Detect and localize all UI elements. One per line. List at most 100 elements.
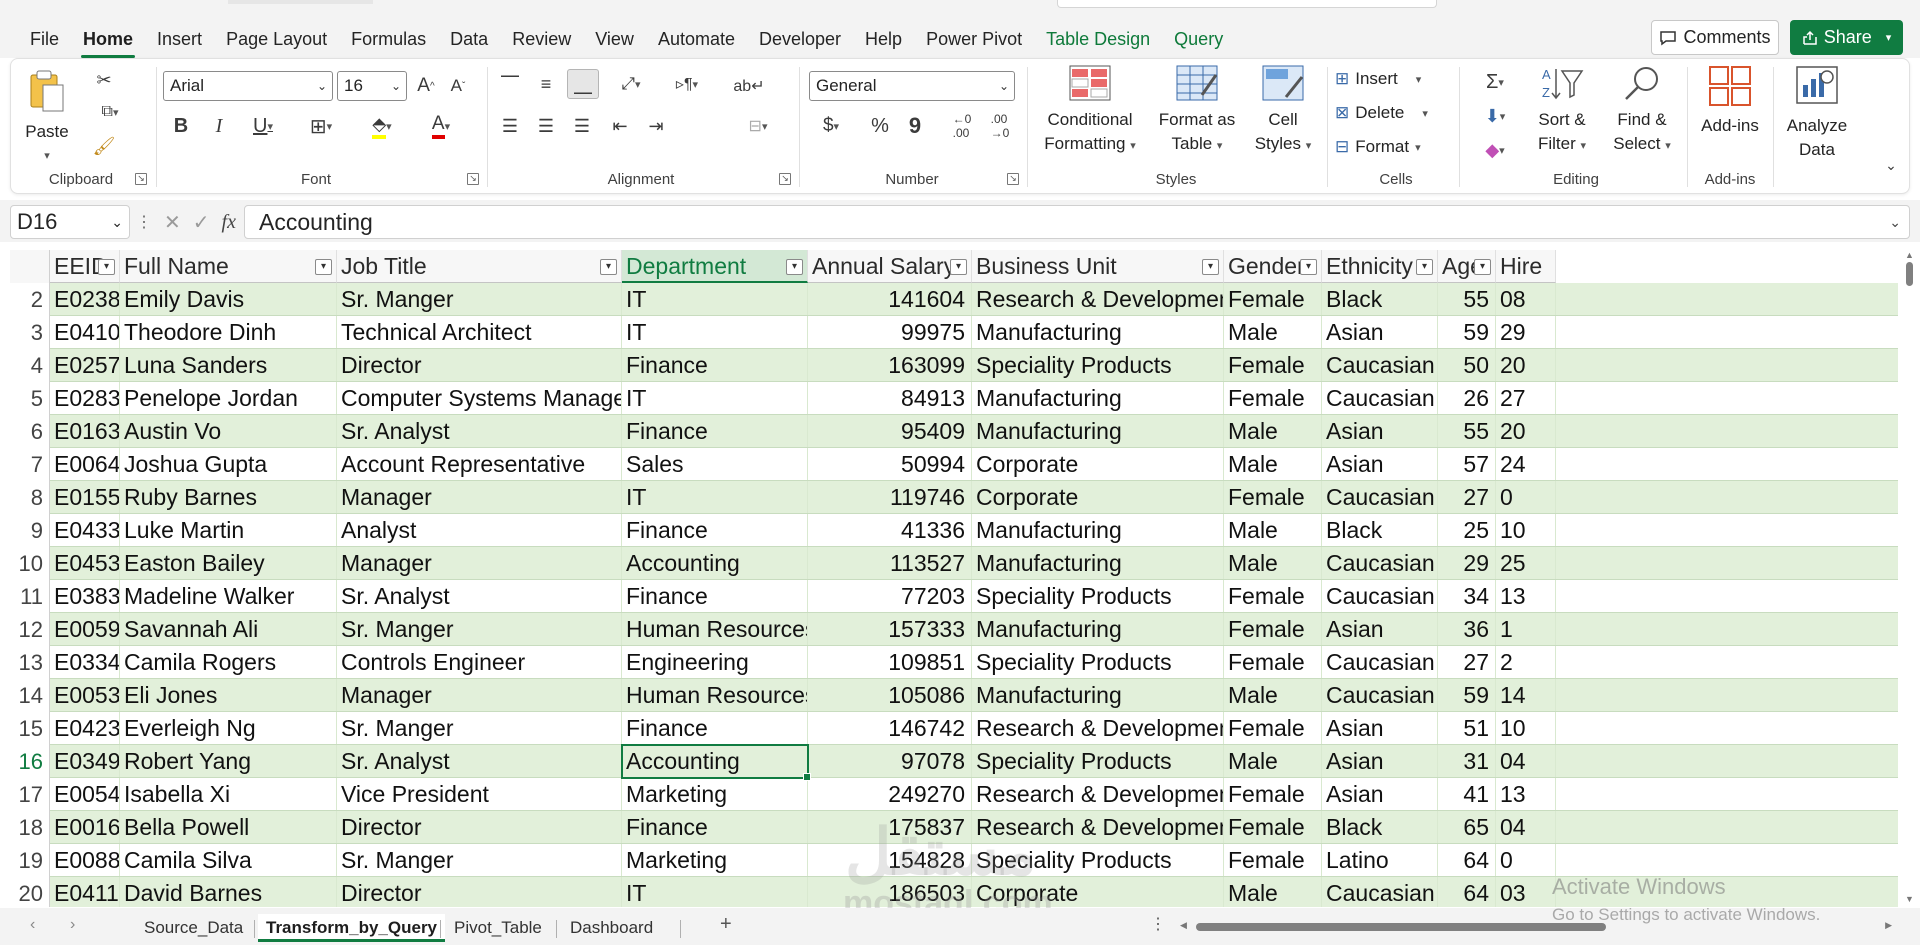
table-cell[interactable]: Male — [1224, 514, 1322, 547]
table-cell[interactable]: Technical Architect — [337, 316, 622, 349]
filter-dropdown-icon[interactable]: ▾ — [600, 259, 617, 275]
table-cell[interactable]: Caucasian — [1322, 646, 1438, 679]
table-cell[interactable]: Female — [1224, 481, 1322, 514]
row-header[interactable]: 18 — [10, 811, 50, 844]
merge-center-icon[interactable]: ⊟ ▾ — [733, 113, 783, 139]
conditional-formatting-button[interactable]: Conditional Formatting ▾ — [1037, 65, 1143, 158]
copy-icon[interactable]: ⧉ ▾ — [91, 101, 129, 123]
column-header-hire[interactable]: Hire — [1496, 250, 1556, 283]
table-cell[interactable]: Everleigh Ng — [120, 712, 337, 745]
table-cell[interactable]: IT — [622, 877, 808, 907]
table-cell[interactable]: 10 — [1496, 514, 1556, 547]
table-cell[interactable]: 10 — [1496, 712, 1556, 745]
chevron-left-icon[interactable]: ‹ — [30, 916, 35, 934]
table-cell[interactable]: Accounting — [622, 745, 808, 778]
bold-icon[interactable]: B — [169, 113, 193, 139]
table-cell[interactable]: Manufacturing — [972, 382, 1224, 415]
table-cell[interactable]: Research & Development — [972, 712, 1224, 745]
table-cell[interactable]: 157333 — [808, 613, 972, 646]
row-header[interactable]: 7 — [10, 448, 50, 481]
table-cell[interactable]: Female — [1224, 613, 1322, 646]
filter-dropdown-icon[interactable]: ▾ — [315, 259, 332, 275]
table-cell[interactable]: Theodore Dinh — [120, 316, 337, 349]
table-cell[interactable]: 34 — [1438, 580, 1496, 613]
scroll-left-icon[interactable]: ◀ — [1180, 920, 1187, 931]
sheet-tab-transform-by-query[interactable]: Transform_by_Query — [258, 914, 446, 942]
table-cell[interactable]: Analyst — [337, 514, 622, 547]
table-cell[interactable]: 2 — [1496, 646, 1556, 679]
table-cell[interactable]: Camila Rogers — [120, 646, 337, 679]
table-cell[interactable]: 25 — [1496, 547, 1556, 580]
table-cell[interactable]: Manufacturing — [972, 613, 1224, 646]
table-cell[interactable]: Speciality Products — [972, 646, 1224, 679]
enter-icon[interactable]: ✓ — [193, 210, 210, 235]
table-cell[interactable]: 29 — [1496, 316, 1556, 349]
table-cell[interactable]: E04533 — [50, 547, 120, 580]
table-cell[interactable]: 0 — [1496, 481, 1556, 514]
filter-dropdown-icon[interactable]: ▾ — [1474, 259, 1491, 275]
table-cell[interactable]: 50994 — [808, 448, 972, 481]
table-cell[interactable]: Manager — [337, 679, 622, 712]
table-cell[interactable]: Female — [1224, 712, 1322, 745]
column-header-gender[interactable]: Gender ▾ — [1224, 250, 1322, 283]
comma-style-icon[interactable]: 9 — [905, 113, 925, 139]
table-cell[interactable]: 13 — [1496, 778, 1556, 811]
cancel-icon[interactable]: ✕ — [164, 210, 181, 235]
table-cell[interactable]: 50 — [1438, 349, 1496, 382]
table-cell[interactable]: Female — [1224, 349, 1322, 382]
table-cell[interactable]: Speciality Products — [972, 745, 1224, 778]
table-cell[interactable]: Joshua Gupta — [120, 448, 337, 481]
table-cell[interactable]: 26 — [1438, 382, 1496, 415]
table-cell[interactable]: E02832 — [50, 382, 120, 415]
column-header-eeid[interactable]: EEID ▾ — [50, 250, 120, 283]
table-cell[interactable]: Asian — [1322, 712, 1438, 745]
table-cell[interactable]: Female — [1224, 283, 1322, 316]
table-cell[interactable]: 64 — [1438, 877, 1496, 907]
row-header[interactable]: 17 — [10, 778, 50, 811]
table-cell[interactable]: 65 — [1438, 811, 1496, 844]
table-cell[interactable]: 27 — [1438, 646, 1496, 679]
align-right-icon[interactable]: ☰ — [569, 113, 595, 139]
row-header[interactable]: 14 — [10, 679, 50, 712]
increase-decimal-icon[interactable]: ←0.00 — [947, 112, 977, 140]
table-cell[interactable]: Male — [1224, 448, 1322, 481]
table-cell[interactable]: 77203 — [808, 580, 972, 613]
table-cell[interactable]: E03344 — [50, 646, 120, 679]
table-cell[interactable]: Manufacturing — [972, 316, 1224, 349]
table-cell[interactable]: 0 — [1496, 844, 1556, 877]
table-cell[interactable]: E04116 — [50, 877, 120, 907]
table-cell[interactable]: Finance — [622, 349, 808, 382]
scroll-down-icon[interactable]: ▼ — [1905, 894, 1914, 904]
row-header[interactable]: 4 — [10, 349, 50, 382]
table-cell[interactable]: Accounting — [622, 547, 808, 580]
table-cell[interactable]: Vice President — [337, 778, 622, 811]
table-cell[interactable]: Corporate — [972, 448, 1224, 481]
table-cell[interactable]: IT — [622, 316, 808, 349]
table-cell[interactable]: Luna Sanders — [120, 349, 337, 382]
table-cell[interactable]: 55 — [1438, 283, 1496, 316]
table-cell[interactable]: Ruby Barnes — [120, 481, 337, 514]
column-header-department[interactable]: Department ▾ — [622, 250, 808, 283]
percent-icon[interactable]: % — [867, 113, 893, 139]
table-cell[interactable]: E01550 — [50, 481, 120, 514]
table-cell[interactable]: Engineering — [622, 646, 808, 679]
row-header[interactable]: 11 — [10, 580, 50, 613]
table-cell[interactable]: Emily Davis — [120, 283, 337, 316]
row-header[interactable]: 3 — [10, 316, 50, 349]
table-cell[interactable]: E03838 — [50, 580, 120, 613]
table-cell[interactable]: 20 — [1496, 415, 1556, 448]
table-cell[interactable]: E02572 — [50, 349, 120, 382]
table-cell[interactable]: Austin Vo — [120, 415, 337, 448]
table-cell[interactable]: Finance — [622, 580, 808, 613]
table-cell[interactable]: Male — [1224, 316, 1322, 349]
table-cell[interactable]: 51 — [1438, 712, 1496, 745]
table-cell[interactable]: Penelope Jordan — [120, 382, 337, 415]
table-cell[interactable]: Female — [1224, 580, 1322, 613]
row-header[interactable]: 15 — [10, 712, 50, 745]
table-cell[interactable]: 27 — [1496, 382, 1556, 415]
alignment-launcher-icon[interactable]: ↘ — [779, 173, 791, 185]
expand-formula-icon[interactable]: ⌄ — [1889, 206, 1901, 238]
row-header[interactable]: 10 — [10, 547, 50, 580]
table-cell[interactable]: Caucasian — [1322, 382, 1438, 415]
more-sheets-icon[interactable]: ⋮ — [1150, 914, 1166, 934]
